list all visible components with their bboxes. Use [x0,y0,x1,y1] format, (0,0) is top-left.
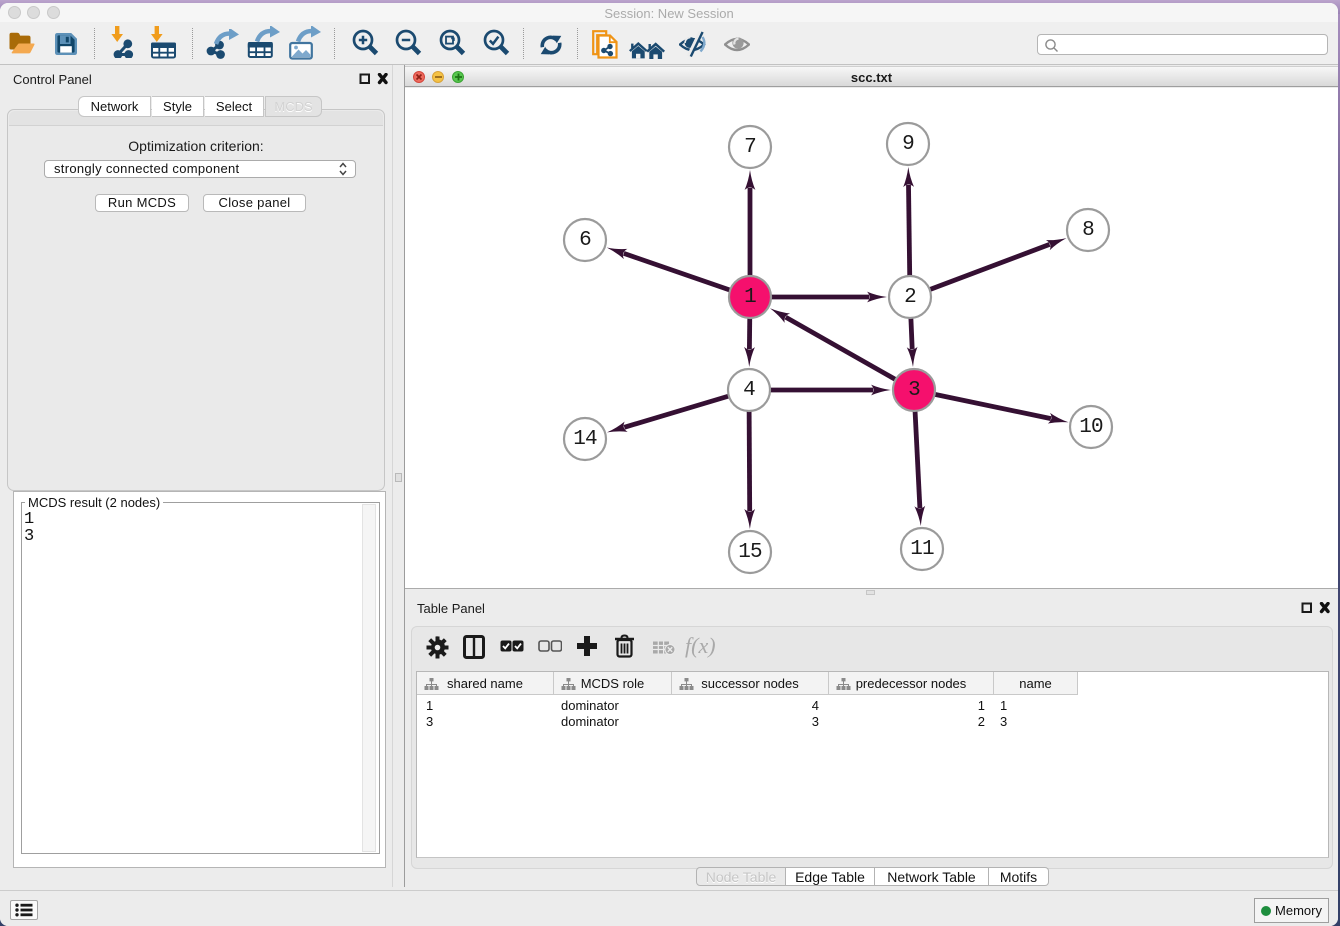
svg-text:6: 6 [579,229,591,252]
svg-text:2: 2 [904,286,916,309]
svg-text:8: 8 [1082,219,1094,242]
svg-text:10: 10 [1079,416,1103,439]
svg-text:9: 9 [902,133,914,156]
svg-text:1: 1 [744,286,756,309]
svg-text:15: 15 [738,541,762,564]
svg-text:4: 4 [743,379,755,402]
svg-text:3: 3 [908,379,920,402]
svg-text:7: 7 [744,136,756,159]
svg-text:14: 14 [573,428,597,451]
svg-text:11: 11 [910,538,934,561]
